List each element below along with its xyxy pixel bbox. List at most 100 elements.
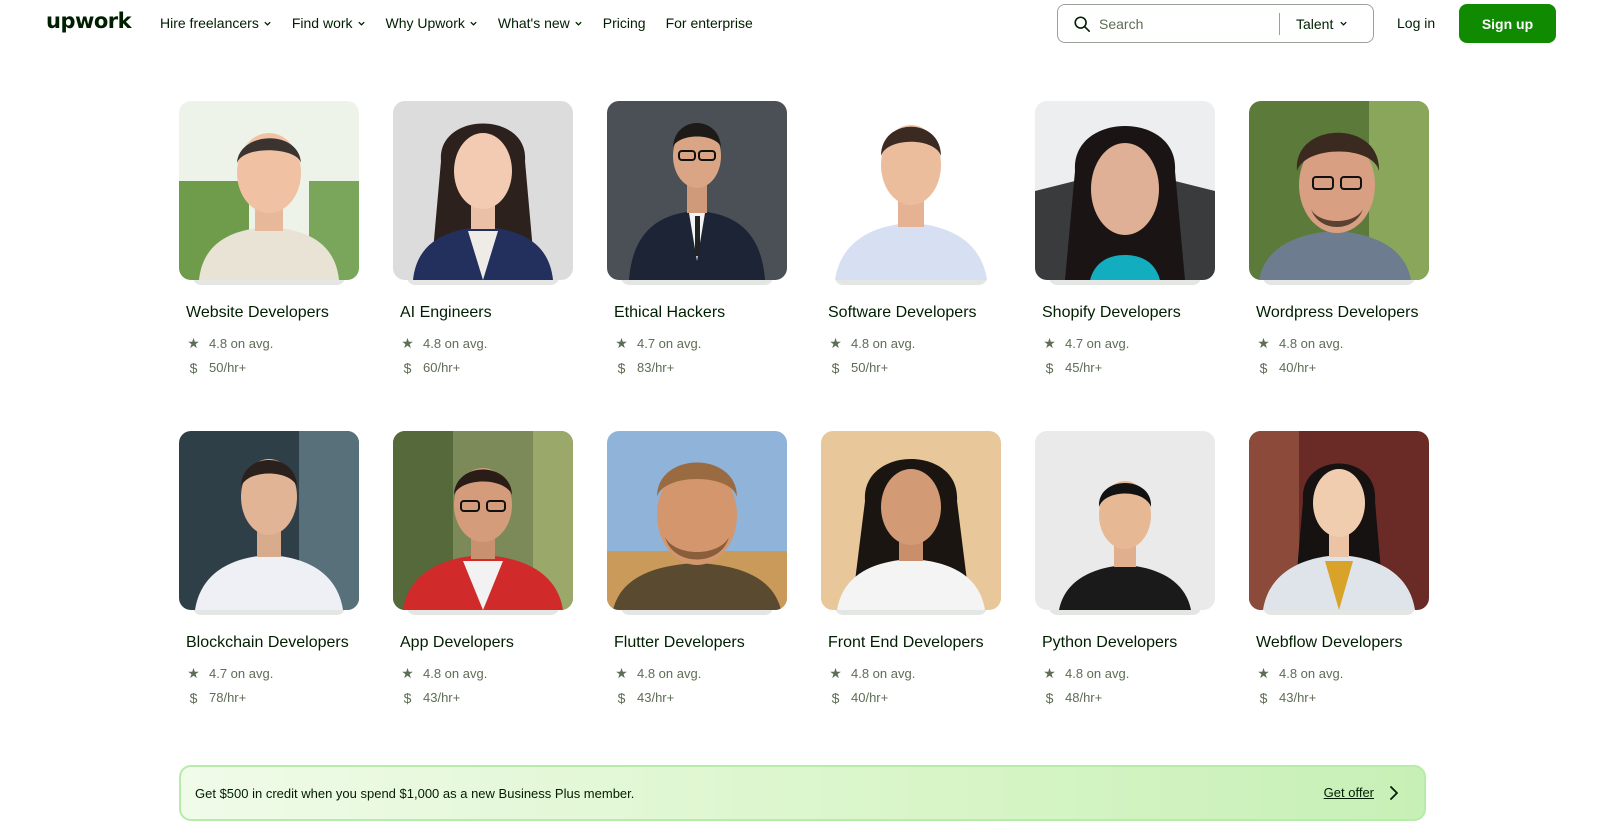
dollar-icon: $ — [403, 689, 412, 706]
rating-row: ★ 4.8 on avg. — [1256, 335, 1429, 351]
photo-frame — [607, 431, 787, 615]
nav-find-work[interactable]: Find work — [292, 15, 366, 31]
rating-text: 4.8 on avg. — [1279, 666, 1344, 681]
rating-row: ★ 4.7 on avg. — [614, 335, 787, 351]
freelancer-photo — [821, 431, 1001, 610]
star-icon: ★ — [187, 335, 200, 351]
rate-text: 40/hr+ — [851, 690, 889, 705]
search-icon — [1074, 15, 1091, 32]
chevron-right-icon[interactable] — [1386, 784, 1402, 802]
star-icon: ★ — [1257, 335, 1270, 351]
category-card[interactable]: Python Developers ★ 4.8 on avg. $48/hr+ — [1035, 431, 1215, 706]
dollar-icon: $ — [1259, 689, 1268, 706]
photo-frame — [179, 431, 359, 615]
category-title: Shopify Developers — [1042, 304, 1181, 321]
photo-frame — [607, 101, 787, 285]
category-title: Front End Developers — [828, 634, 984, 651]
category-card[interactable]: AI Engineers ★ 4.8 on avg. $60/hr+ — [393, 101, 573, 376]
dollar-icon: $ — [831, 689, 840, 706]
category-title: Wordpress Developers — [1256, 304, 1419, 321]
photo-frame — [821, 101, 1001, 285]
rating-row: ★ 4.8 on avg. — [828, 665, 1001, 681]
category-card[interactable]: Software Developers ★ 4.8 on avg. $50/hr+ — [821, 101, 1001, 376]
nav-for-enterprise[interactable]: For enterprise — [666, 15, 753, 31]
rating-text: 4.7 on avg. — [1065, 336, 1130, 351]
login-link[interactable]: Log in — [1397, 15, 1435, 31]
search-category-label: Talent — [1296, 15, 1334, 32]
category-title: AI Engineers — [400, 304, 492, 321]
category-card[interactable]: Website Developers ★ 4.8 on avg. $50/hr+ — [179, 101, 359, 376]
rating-row: ★ 4.8 on avg. — [400, 335, 573, 351]
nav-label: What's new — [497, 15, 570, 31]
promo-banner: Get $500 in credit when you spend $1,000… — [179, 765, 1426, 821]
nav-label: Pricing — [602, 15, 646, 31]
nav-label: For enterprise — [665, 15, 753, 31]
nav-pricing[interactable]: Pricing — [603, 15, 646, 31]
dollar-icon: $ — [1259, 359, 1268, 376]
rating-text: 4.7 on avg. — [637, 336, 702, 351]
rate-row: $43/hr+ — [1256, 689, 1429, 706]
category-card[interactable]: Blockchain Developers ★ 4.7 on avg. $78/h… — [179, 431, 359, 706]
star-icon: ★ — [401, 665, 414, 681]
rate-text: 60/hr+ — [423, 360, 461, 375]
dollar-icon: $ — [1045, 689, 1054, 706]
freelancer-photo — [393, 431, 573, 610]
get-offer-link[interactable]: Get offer — [1324, 785, 1374, 800]
rate-row: $60/hr+ — [400, 360, 573, 376]
chevron-down-icon — [264, 21, 271, 26]
star-icon: ★ — [1043, 665, 1056, 681]
category-card[interactable]: App Developers ★ 4.8 on avg. $43/hr+ — [393, 431, 573, 706]
photo-frame — [1035, 431, 1215, 615]
category-title: Software Developers — [828, 304, 977, 321]
rate-text: 50/hr+ — [209, 360, 247, 375]
category-card[interactable]: Front End Developers ★ 4.8 on avg. $40/hr… — [821, 431, 1001, 706]
star-icon: ★ — [401, 335, 414, 351]
photo-frame — [393, 431, 573, 615]
main-nav: Hire freelancers Find work Why Upwork Wh… — [160, 15, 753, 31]
star-icon: ★ — [1257, 665, 1270, 681]
category-card[interactable]: Webflow Developers ★ 4.8 on avg. $43/hr+ — [1249, 431, 1429, 706]
dollar-icon: $ — [1045, 359, 1054, 376]
chevron-down-icon — [575, 21, 582, 26]
dollar-icon: $ — [189, 689, 198, 706]
rating-row: ★ 4.8 on avg. — [1042, 665, 1215, 681]
rate-row: $40/hr+ — [1256, 359, 1429, 376]
chevron-down-icon — [357, 21, 365, 26]
photo-frame — [179, 101, 359, 285]
nav-why-upwork[interactable]: Why Upwork — [386, 15, 478, 31]
rate-row: $83/hr+ — [614, 360, 787, 376]
signup-button[interactable]: Sign up — [1459, 4, 1556, 43]
rate-row: $43/hr+ — [400, 689, 573, 706]
rate-text: 83/hr+ — [637, 360, 675, 375]
search-category-select[interactable]: Talent — [1296, 16, 1348, 32]
search-input[interactable] — [1099, 15, 1279, 32]
category-title: Blockchain Developers — [186, 634, 349, 651]
category-card[interactable]: Shopify Developers ★ 4.7 on avg. $45/hr+ — [1035, 101, 1215, 376]
chevron-down-icon — [470, 21, 477, 26]
nav-whats-new[interactable]: What's new — [498, 15, 583, 31]
rate-row: $48/hr+ — [1042, 689, 1215, 706]
rate-text: 48/hr+ — [1065, 690, 1103, 705]
upwork-logo[interactable]: upwork — [46, 9, 132, 33]
category-title: Webflow Developers — [1256, 634, 1403, 651]
category-card[interactable]: Wordpress Developers ★ 4.8 on avg. $40/hr… — [1249, 101, 1429, 376]
freelancer-photo — [179, 431, 359, 610]
rating-row: ★ 4.8 on avg. — [186, 335, 359, 351]
nav-label: Find work — [291, 15, 353, 31]
promo-text: Get $500 in credit when you spend $1,000… — [195, 785, 635, 801]
category-card[interactable]: Ethical Hackers ★ 4.7 on avg. $83/hr+ — [607, 101, 787, 376]
chevron-down-icon — [1340, 21, 1348, 26]
rate-row: $50/hr+ — [186, 360, 359, 376]
category-grid: Website Developers ★ 4.8 on avg. $50/hr+ … — [179, 101, 1429, 706]
photo-frame — [1249, 101, 1429, 285]
freelancer-photo — [1249, 101, 1429, 280]
category-title: Website Developers — [186, 304, 329, 321]
rate-text: 78/hr+ — [209, 690, 247, 705]
category-card[interactable]: Flutter Developers ★ 4.8 on avg. $43/hr+ — [607, 431, 787, 706]
category-title: App Developers — [400, 634, 514, 651]
star-icon: ★ — [829, 665, 842, 681]
nav-hire-freelancers[interactable]: Hire freelancers — [160, 15, 272, 31]
rate-row: $50/hr+ — [828, 360, 1001, 376]
freelancer-photo — [1249, 431, 1429, 610]
rating-text: 4.8 on avg. — [851, 666, 916, 681]
